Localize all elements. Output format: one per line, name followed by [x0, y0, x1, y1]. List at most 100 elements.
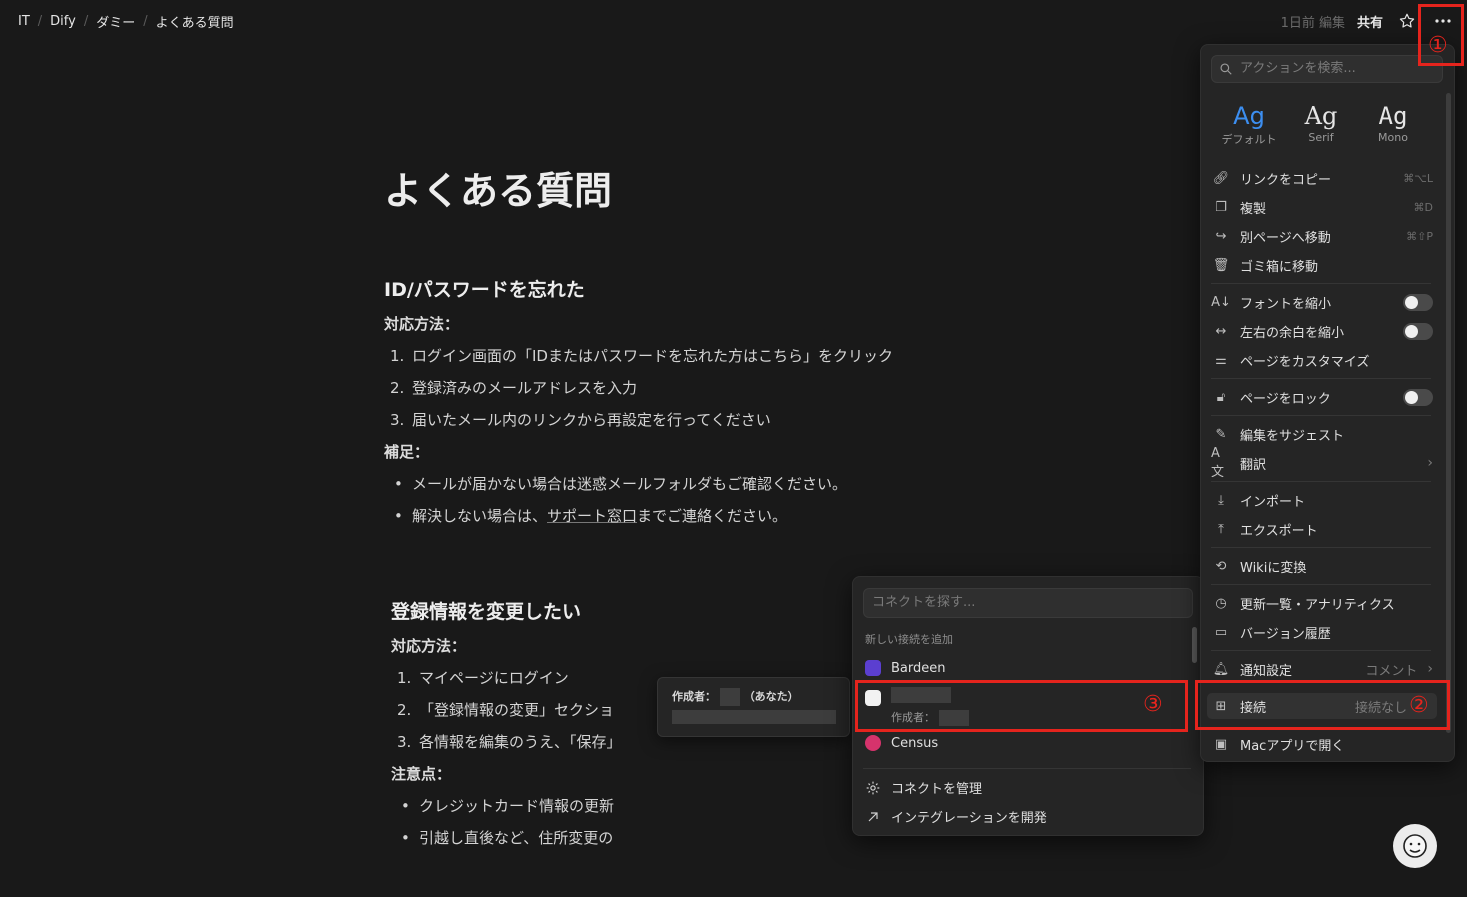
font-default-option[interactable]: Ag デフォルト — [1213, 101, 1285, 147]
page-title[interactable]: よくある質問 — [384, 160, 612, 215]
tooltip-you: （あなた） — [743, 690, 799, 703]
method-label[interactable]: 対応方法： — [384, 308, 893, 340]
connect-section-label: 新しい接続を追加 — [865, 633, 953, 646]
lock-page-item[interactable]: 🔓︎ ページをロック — [1211, 384, 1433, 410]
upload-icon: ⤒ — [1218, 521, 1224, 537]
star-icon — [1399, 13, 1415, 28]
font-serif-option[interactable]: Ag Serif — [1285, 101, 1357, 147]
open-mac-app-item[interactable]: ▣ Macアプリで開く — [1211, 731, 1433, 757]
section-heading[interactable]: ID/パスワードを忘れた — [384, 274, 893, 306]
list-item[interactable]: 1. マイページにログイン — [391, 662, 622, 694]
connect-item-bardeen[interactable]: Bardeen — [865, 660, 946, 676]
import-item[interactable]: ⤓ インポート — [1211, 487, 1433, 513]
redacted-detail — [672, 710, 836, 724]
updates-analytics-item[interactable]: ◷ 更新一覧・アナリティクス — [1211, 590, 1433, 616]
menu-scrollbar[interactable] — [1446, 93, 1451, 733]
list-item[interactable]: • メールが届かない場合は迷惑メールフォルダもご確認ください。 — [384, 468, 893, 500]
notion-app-icon: ▣ — [1214, 736, 1228, 752]
translate-item[interactable]: A文 翻訳 › — [1211, 446, 1433, 480]
breadcrumb-dify[interactable]: Dify — [50, 14, 76, 29]
convert-wiki-item[interactable]: ⟲ Wikiに変換 — [1211, 553, 1433, 579]
download-icon: ⤓ — [1218, 492, 1224, 508]
list-item[interactable]: 3. 届いたメール内のリンクから再設定を行ってください — [384, 404, 893, 436]
connect-scrollbar[interactable] — [1192, 627, 1197, 663]
breadcrumb-separator: / — [143, 14, 148, 29]
develop-integration-item[interactable]: インテグレーションを開発 — [865, 807, 1047, 826]
chevron-right-icon: › — [1427, 455, 1433, 471]
breadcrumb: IT / Dify / ダミー / よくある質問 — [18, 12, 234, 31]
divider — [1211, 650, 1431, 651]
font-mono-option[interactable]: Ag Mono — [1357, 101, 1429, 147]
copy-icon: ❐ — [1215, 199, 1227, 215]
breadcrumb-separator: / — [83, 14, 89, 29]
list-item[interactable]: • クレジットカード情報の更新 — [391, 790, 622, 822]
assistant-face-icon — [1403, 834, 1427, 858]
bardeen-logo-icon — [865, 660, 881, 676]
annotation-number-1: ① — [1428, 33, 1448, 58]
trash-icon: 🗑︎ — [1212, 257, 1230, 273]
small-text-toggle[interactable] — [1403, 293, 1433, 311]
section-forgot-password: ID/パスワードを忘れた 対応方法： 1. ログイン画面の「IDまたはパスワードを… — [384, 274, 893, 532]
font-style-picker: Ag デフォルト Ag Serif Ag Mono — [1213, 101, 1429, 147]
chevron-right-icon: › — [1427, 661, 1433, 677]
breadcrumb-it[interactable]: IT — [18, 14, 30, 29]
search-icon — [1220, 63, 1232, 75]
page-options-menu: アクションを検索... Ag デフォルト Ag Serif Ag Mono 🔗︎… — [1200, 44, 1455, 762]
help-button[interactable] — [1393, 824, 1437, 868]
width-arrows-icon: ↔ — [1215, 323, 1227, 339]
font-size-icon: A↓ — [1211, 294, 1231, 310]
list-item[interactable]: 2. 「登録情報の変更」セクショ — [391, 694, 622, 726]
copy-link-item[interactable]: 🔗︎ リンクをコピー ⌘⌥L — [1211, 165, 1433, 191]
manage-connections-item[interactable]: コネクトを管理 — [865, 778, 982, 797]
full-width-item[interactable]: ↔ 左右の余白を縮小 — [1211, 318, 1433, 344]
list-item[interactable]: 3. 各情報を編集のうえ、「保存」 — [391, 726, 622, 758]
connect-item-census[interactable]: Census — [865, 735, 938, 751]
divider — [1211, 547, 1431, 548]
move-arrow-icon: ↪ — [1215, 228, 1227, 244]
section-heading[interactable]: 登録情報を変更したい — [391, 596, 622, 628]
lock-page-toggle[interactable] — [1403, 388, 1433, 406]
bell-icon: 🔔︎ — [1212, 661, 1230, 677]
export-item[interactable]: ⤒ エクスポート — [1211, 516, 1433, 542]
list-item[interactable]: • 引越し直後など、住所変更の — [391, 822, 622, 854]
top-bar: IT / Dify / ダミー / よくある質問 1日前 編集 共有 — [0, 0, 1467, 42]
last-edited-text[interactable]: 1日前 編集 — [1281, 12, 1345, 31]
version-history-item[interactable]: ▭ バージョン履歴 — [1211, 619, 1433, 645]
clock-icon: ◷ — [1215, 595, 1227, 611]
method-label[interactable]: 対応方法： — [391, 630, 622, 662]
favorite-button[interactable] — [1395, 9, 1419, 33]
history-stack-icon: ▭ — [1214, 624, 1228, 640]
list-item[interactable]: • 解決しない場合は、サポート窓口までご連絡ください。 — [384, 500, 893, 532]
small-text-item[interactable]: A↓ フォントを縮小 — [1211, 289, 1433, 315]
customize-page-item[interactable]: ⚌ ページをカスタマイズ — [1211, 347, 1433, 373]
link-icon: 🔗︎ — [1212, 170, 1230, 186]
sliders-icon: ⚌ — [1215, 352, 1227, 368]
action-search-input[interactable]: アクションを検索... — [1211, 55, 1443, 83]
edit-comment-icon: ✎ — [1215, 426, 1227, 442]
annotation-number-3: ③ — [1143, 692, 1163, 717]
divider — [1211, 283, 1431, 284]
note-label[interactable]: 注意点： — [391, 758, 622, 790]
notification-settings-item[interactable]: 🔔︎ 通知設定 コメント › — [1211, 656, 1433, 682]
note-label[interactable]: 補足： — [384, 436, 893, 468]
share-button[interactable]: 共有 — [1357, 12, 1383, 31]
annotation-number-2: ② — [1409, 693, 1429, 718]
list-item[interactable]: 1. ログイン画面の「IDまたはパスワードを忘れた方はこちら」をクリック — [384, 340, 893, 372]
connect-search-input[interactable]: コネクトを探す... — [863, 588, 1193, 618]
section-change-info: 登録情報を変更したい 対応方法： 1. マイページにログイン 2. 「登録情報の変更… — [391, 596, 622, 854]
breadcrumb-dummy[interactable]: ダミー — [96, 12, 135, 31]
lock-icon: 🔓︎ — [1216, 389, 1226, 405]
full-width-toggle[interactable] — [1403, 322, 1433, 340]
trash-item[interactable]: 🗑︎ ゴミ箱に移動 — [1211, 252, 1433, 278]
redacted-name — [719, 688, 740, 706]
support-link[interactable]: サポート窓口 — [547, 507, 637, 525]
duplicate-item[interactable]: ❐ 複製 ⌘D — [1211, 194, 1433, 220]
breadcrumb-faq[interactable]: よくある質問 — [156, 12, 234, 31]
suggest-edits-item[interactable]: ✎ 編集をサジェスト — [1211, 421, 1433, 447]
divider — [1211, 415, 1431, 416]
list-item[interactable]: 2. 登録済みのメールアドレスを入力 — [384, 372, 893, 404]
divider — [1211, 584, 1431, 585]
move-to-item[interactable]: ↪ 別ページへ移動 ⌘⇧P — [1211, 223, 1433, 249]
divider — [1211, 481, 1431, 482]
annotation-box-3 — [855, 680, 1188, 732]
